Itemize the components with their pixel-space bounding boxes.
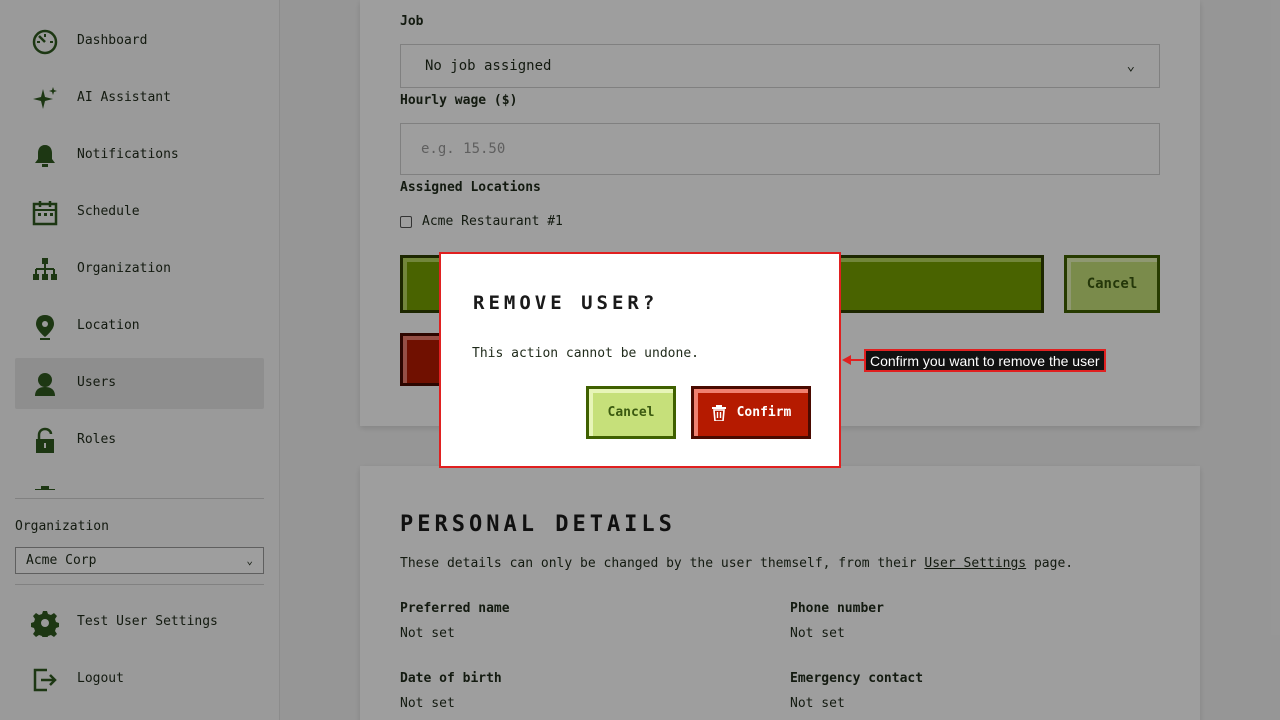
dialog-message: This action cannot be undone. <box>472 346 699 361</box>
annotation-arrow-icon <box>842 355 864 365</box>
remove-user-dialog: REMOVE USER? This action cannot be undon… <box>439 252 841 468</box>
dialog-title: REMOVE USER? <box>473 292 659 314</box>
annotation-label: Confirm you want to remove the user <box>864 349 1106 372</box>
dialog-confirm-label: Confirm <box>736 405 792 420</box>
dialog-confirm-button[interactable]: Confirm <box>691 386 811 439</box>
trash-icon <box>711 404 727 421</box>
dialog-cancel-button[interactable]: Cancel <box>586 386 676 439</box>
